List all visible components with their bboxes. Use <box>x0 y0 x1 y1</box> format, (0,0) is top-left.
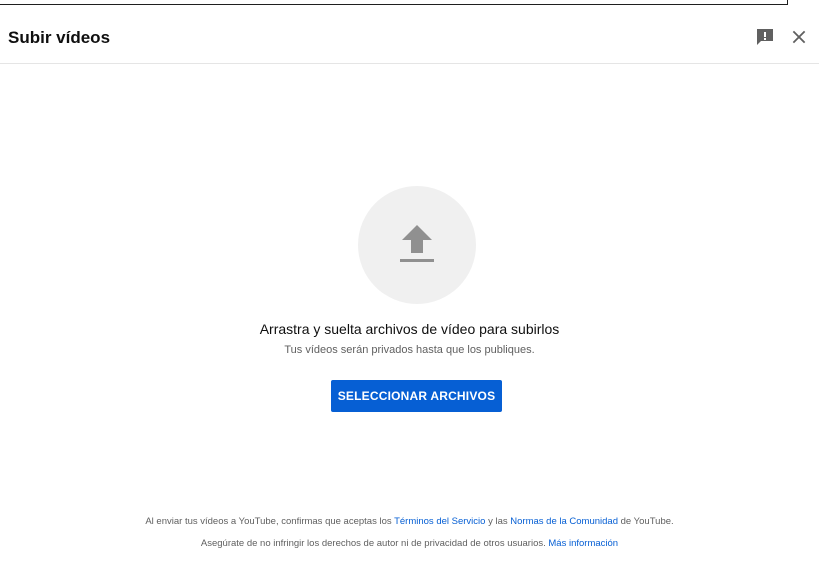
dialog-title: Subir vídeos <box>8 28 111 47</box>
close-icon <box>792 30 806 44</box>
legal-text: y las <box>488 516 508 527</box>
legal-line-2: Asegúrate de no infringir los derechos d… <box>0 538 819 550</box>
terms-of-service-link[interactable]: Términos del Servicio <box>394 516 485 527</box>
more-info-link[interactable]: Más información <box>548 538 618 549</box>
top-edge-divider <box>0 0 788 5</box>
feedback-button[interactable] <box>754 26 776 48</box>
dialog-header: Subir vídeos <box>0 6 819 64</box>
legal-text: Asegúrate de no infringir los derechos d… <box>200 538 546 549</box>
community-guidelines-link[interactable]: Normas de la Comunidad <box>510 516 618 527</box>
legal-line-1: Al enviar tus vídeos a YouTube, confirma… <box>0 516 819 528</box>
feedback-icon <box>757 29 773 45</box>
upload-dialog: Subir vídeos Arrastra y suelta archivos … <box>0 0 819 572</box>
legal-text: de YouTube. <box>620 516 674 527</box>
legal-text: Al enviar tus vídeos a YouTube, confirma… <box>145 516 392 527</box>
privacy-note: Tus vídeos serán privados hasta que los … <box>284 344 535 356</box>
drop-instruction-text: Arrastra y suelta archivos de vídeo para… <box>259 321 560 337</box>
close-button[interactable] <box>790 28 808 46</box>
upload-drop-zone[interactable] <box>358 186 476 304</box>
upload-arrow-icon <box>400 225 434 262</box>
select-files-button[interactable]: SELECCIONAR ARCHIVOS <box>331 380 502 412</box>
